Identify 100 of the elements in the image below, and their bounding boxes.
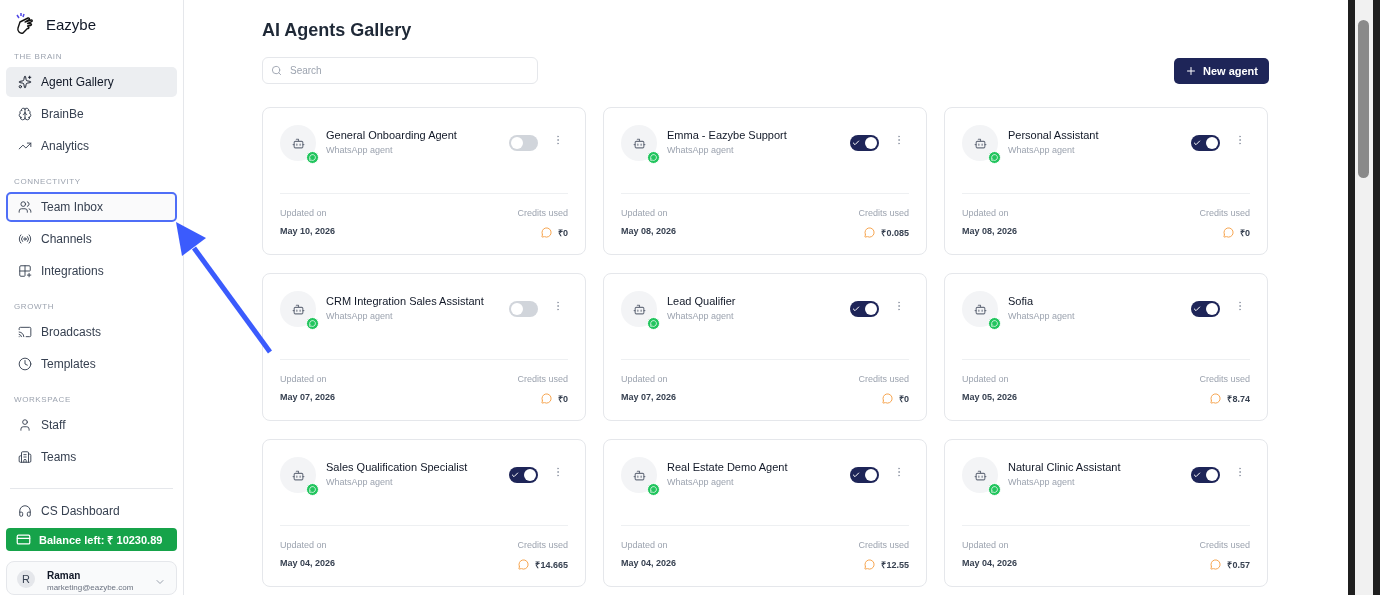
chat-bubble-icon <box>1210 559 1222 570</box>
search-icon <box>271 65 282 76</box>
toggle-switch[interactable] <box>509 135 538 151</box>
agent-card[interactable]: Emma - Eazybe Support WhatsApp agent Updated on May 08, 2026 Credits used ₹0.085 <box>603 107 927 255</box>
agent-card[interactable]: Lead Qualifier WhatsApp agent Updated on May 07, 2026 Credits used ₹0 <box>603 273 927 421</box>
updated-label: Updated on <box>962 374 1010 384</box>
toggle-switch[interactable] <box>850 467 879 483</box>
agent-name: Real Estate Demo Agent <box>667 461 789 473</box>
card-icon <box>16 532 31 548</box>
credits-label: Credits used <box>517 208 568 218</box>
agent-name: Personal Assistant <box>1008 129 1100 141</box>
clock-icon <box>18 357 32 371</box>
agent-name: Emma - Eazybe Support <box>667 129 788 141</box>
search-input[interactable]: Search <box>288 64 529 77</box>
updated-label: Updated on <box>621 540 669 550</box>
agent-type: WhatsApp agent <box>1008 311 1076 321</box>
section-heading: CONNECTIVITY <box>13 176 82 188</box>
toggle-switch[interactable] <box>1191 467 1220 483</box>
agent-card[interactable]: Sales Qualification Specialist WhatsApp agent Updated on May 04, 2026 Credits used ₹14.665 <box>262 439 586 587</box>
robot-icon <box>291 302 305 316</box>
chat-badge-icon <box>988 151 1001 164</box>
agent-name: CRM Integration Sales Assistant <box>326 295 485 307</box>
toggle-switch[interactable] <box>1191 135 1220 151</box>
nav-item[interactable]: Agent Gallery <box>6 67 177 97</box>
chat-bubble-icon <box>864 227 876 238</box>
updated-date: May 08, 2026 <box>962 226 1018 236</box>
headphones-icon <box>18 504 32 519</box>
nav-item[interactable]: BrainBe <box>6 99 177 129</box>
chat-bubble-icon <box>864 559 876 570</box>
agent-type: WhatsApp agent <box>667 311 735 321</box>
chat-badge-icon <box>306 151 319 164</box>
updated-date: May 07, 2026 <box>280 392 336 402</box>
credits-value: ₹0 <box>899 393 909 405</box>
toggle-switch[interactable] <box>850 135 879 151</box>
nav-item[interactable]: Channels <box>6 224 177 254</box>
chat-badge-icon <box>647 317 660 330</box>
nav-item[interactable]: Team Inbox <box>6 192 177 222</box>
robot-icon <box>291 468 305 482</box>
chat-bubble-icon <box>541 393 552 404</box>
user-card[interactable]: R Raman marketing@eazybe.com <box>6 561 177 595</box>
updated-label: Updated on <box>280 540 328 550</box>
check-icon <box>1193 471 1201 479</box>
chat-badge-icon <box>988 317 1001 330</box>
updated-label: Updated on <box>962 208 1010 218</box>
credits-value: ₹0 <box>558 393 568 405</box>
nav-item[interactable]: Broadcasts <box>6 317 177 347</box>
updated-date: May 04, 2026 <box>621 558 677 568</box>
robot-icon <box>632 468 646 482</box>
search-field[interactable]: Search <box>262 57 538 84</box>
chat-badge-icon <box>647 483 660 496</box>
broadcast-signal-icon <box>18 232 32 246</box>
agent-card[interactable]: Real Estate Demo Agent WhatsApp agent Updated on May 04, 2026 Credits used ₹12.55 <box>603 439 927 587</box>
credits-label: Credits used <box>517 540 568 550</box>
user-email: marketing@eazybe.com <box>47 583 135 592</box>
sparkles-icon <box>18 75 32 89</box>
chat-bubble-icon <box>1223 227 1234 238</box>
credits-value: ₹14.665 <box>535 559 568 571</box>
section-heading: THE BRAIN <box>13 51 64 63</box>
toggle-switch[interactable] <box>509 467 538 483</box>
credits-value: ₹8.74 <box>1227 393 1250 405</box>
nav-item[interactable]: Staff <box>6 410 177 440</box>
check-icon <box>852 471 860 479</box>
nav-item[interactable]: CS Dashboard <box>6 498 177 525</box>
nav-item[interactable]: Analytics <box>6 131 177 161</box>
check-icon <box>852 305 860 313</box>
updated-label: Updated on <box>280 208 328 218</box>
nav-item[interactable]: Teams <box>6 442 177 472</box>
toggle-switch[interactable] <box>509 301 538 317</box>
robot-icon <box>632 302 646 316</box>
screen-cast-icon <box>18 325 32 339</box>
nav-item[interactable]: Templates <box>6 349 177 379</box>
scrollbar[interactable] <box>1348 0 1380 595</box>
agent-card[interactable]: Sofia WhatsApp agent Updated on May 05, 2026 Credits used ₹8.74 <box>944 273 1268 421</box>
chat-badge-icon <box>647 151 660 164</box>
agent-card[interactable]: CRM Integration Sales Assistant WhatsApp agent Updated on May 07, 2026 Credits used ₹0 <box>262 273 586 421</box>
page-title: AI Agents Gallery <box>262 20 413 41</box>
credits-label: Credits used <box>858 540 909 550</box>
nav-item[interactable]: Integrations <box>6 256 177 286</box>
check-icon <box>852 139 860 147</box>
chat-badge-icon <box>988 483 1001 496</box>
chat-badge-icon <box>306 483 319 496</box>
grid-plus-icon <box>18 264 32 278</box>
agent-card[interactable]: Personal Assistant WhatsApp agent Updated on May 08, 2026 Credits used ₹0 <box>944 107 1268 255</box>
check-icon <box>1193 139 1201 147</box>
credits-value: ₹0 <box>558 227 568 239</box>
chat-badge-icon <box>306 317 319 330</box>
new-agent-button[interactable]: New agent <box>1174 57 1269 84</box>
agent-type: WhatsApp agent <box>326 477 394 487</box>
user-name: Raman <box>47 570 82 581</box>
credits-label: Credits used <box>517 374 568 384</box>
credits-value: ₹0 <box>1240 227 1250 239</box>
robot-icon <box>973 302 987 316</box>
agent-card[interactable]: General Onboarding Agent WhatsApp agent Updated on May 10, 2026 Credits used ₹0 <box>262 107 586 255</box>
credits-label: Credits used <box>1199 540 1250 550</box>
updated-date: May 07, 2026 <box>621 392 677 402</box>
agent-card[interactable]: Natural Clinic Assistant WhatsApp agent Updated on May 04, 2026 Credits used ₹0.57 <box>944 439 1268 587</box>
toggle-switch[interactable] <box>850 301 879 317</box>
toggle-switch[interactable] <box>1191 301 1220 317</box>
section-heading: WORKSPACE <box>13 394 72 406</box>
credits-value: ₹12.55 <box>881 559 909 571</box>
